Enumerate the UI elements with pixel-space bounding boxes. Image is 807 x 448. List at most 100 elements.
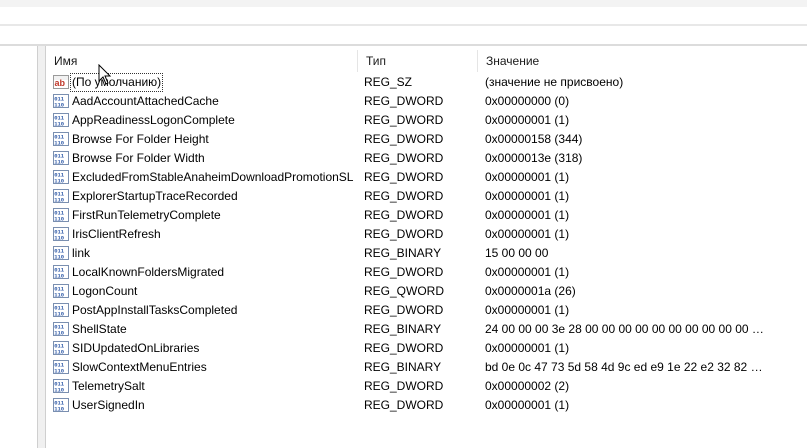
key-tree-pane[interactable] <box>0 46 37 448</box>
binary-value-icon: 011 110 <box>53 113 69 127</box>
svg-text:110: 110 <box>54 158 64 165</box>
column-header-type[interactable]: Тип <box>358 50 478 72</box>
binary-value-icon: 011 110 <box>53 284 69 298</box>
value-row[interactable]: 011 110 LogonCount REG_QWORD 0x0000001a (26) <box>46 282 807 301</box>
value-row[interactable]: 011 110 ExplorerStartupTraceRecorded REG_DW… <box>46 187 807 206</box>
column-header-name[interactable]: Имя <box>46 50 358 72</box>
value-data: 0x00000001 (1) <box>485 170 570 184</box>
value-data: 0x00000001 (1) <box>485 398 570 412</box>
value-name: TelemetrySalt <box>72 379 145 393</box>
value-type: REG_DWORD <box>364 189 444 203</box>
value-data: 0x00000002 (2) <box>485 379 570 393</box>
value-name: LogonCount <box>72 284 138 298</box>
value-data: 0x00000000 (0) <box>485 94 570 108</box>
value-data: 0x0000013e (318) <box>485 151 583 165</box>
binary-value-icon: 011 110 <box>53 132 69 146</box>
values-list: ab (По умолчанию) REG_SZ (значение не присв… <box>46 73 807 415</box>
value-type: REG_DWORD <box>364 170 444 184</box>
svg-text:110: 110 <box>54 329 64 336</box>
binary-value-icon: 011 110 <box>53 303 69 317</box>
binary-value-icon: 011 110 <box>53 94 69 108</box>
value-name: AadAccountAttachedCache <box>72 94 219 108</box>
value-type: REG_BINARY <box>364 246 442 260</box>
value-type: REG_DWORD <box>364 208 444 222</box>
binary-value-icon: 011 110 <box>53 265 69 279</box>
address-bar[interactable] <box>0 26 807 44</box>
binary-value-icon: 011 110 <box>53 227 69 241</box>
values-list-pane[interactable]: Имя Тип Значение ab (По умолчанию) REG_SZ (… <box>45 46 807 448</box>
value-name: Browse For Folder Height <box>72 132 209 146</box>
value-type: REG_DWORD <box>364 227 444 241</box>
binary-value-icon: 011 110 <box>53 170 69 184</box>
value-name: UserSignedIn <box>72 398 145 412</box>
value-data: 24 00 00 00 3e 28 00 00 00 00 00 00 00 0… <box>485 322 765 336</box>
binary-value-icon: 011 110 <box>53 379 69 393</box>
value-type: REG_DWORD <box>364 151 444 165</box>
value-row[interactable]: 011 110 IrisClientRefresh REG_DWORD 0x000000… <box>46 225 807 244</box>
binary-value-icon: 011 110 <box>53 189 69 203</box>
binary-value-icon: 011 110 <box>53 341 69 355</box>
value-row[interactable]: 011 110 Browse For Folder Height REG_DWORD 0… <box>46 130 807 149</box>
value-name: Browse For Folder Width <box>72 151 205 165</box>
value-row[interactable]: 011 110 FirstRunTelemetryComplete REG_DWORD… <box>46 206 807 225</box>
svg-text:110: 110 <box>54 348 64 355</box>
value-data: 0x00000158 (344) <box>485 132 583 146</box>
value-name: link <box>72 246 91 260</box>
string-value-icon: ab <box>53 75 69 89</box>
value-name: AppReadinessLogonComplete <box>72 113 235 127</box>
svg-text:110: 110 <box>54 139 64 146</box>
value-row[interactable]: 011 110 Browse For Folder Width REG_DWORD 0x… <box>46 149 807 168</box>
svg-text:110: 110 <box>54 253 64 260</box>
value-type: REG_SZ <box>364 75 413 89</box>
pane-splitter[interactable] <box>38 46 45 448</box>
value-row[interactable]: 011 110 AadAccountAttachedCache REG_DWORD 0x… <box>46 92 807 111</box>
binary-value-icon: 011 110 <box>53 151 69 165</box>
value-row[interactable]: 011 110 TelemetrySalt REG_DWORD 0x00000002 (… <box>46 377 807 396</box>
value-data: 0x00000001 (1) <box>485 208 570 222</box>
value-data: 0x00000001 (1) <box>485 265 570 279</box>
value-data: 15 00 00 00 <box>485 246 549 260</box>
svg-text:110: 110 <box>54 196 64 203</box>
value-data: 0x00000001 (1) <box>485 227 570 241</box>
value-name: PostAppInstallTasksCompleted <box>72 303 238 317</box>
value-data: 0x00000001 (1) <box>485 303 570 317</box>
value-name: ShellState <box>72 322 127 336</box>
svg-text:110: 110 <box>54 120 64 127</box>
value-row[interactable]: 011 110 UserSignedIn REG_DWORD 0x00000001 (1… <box>46 396 807 415</box>
value-type: REG_BINARY <box>364 360 442 374</box>
value-row[interactable]: 011 110 ShellState REG_BINARY 24 00 00 00 3e… <box>46 320 807 339</box>
svg-text:110: 110 <box>54 215 64 222</box>
value-data: 0x00000001 (1) <box>485 341 570 355</box>
value-row[interactable]: 011 110 ExcludedFromStableAnaheimDownloadP… <box>46 168 807 187</box>
value-row[interactable]: 011 110 SIDUpdatedOnLibraries REG_DWORD 0x00… <box>46 339 807 358</box>
value-row[interactable]: 011 110 LocalKnownFoldersMigrated REG_DWORD… <box>46 263 807 282</box>
value-data: 0x00000001 (1) <box>485 113 570 127</box>
title-bar-strip <box>0 0 807 7</box>
value-data: 0x00000001 (1) <box>485 189 570 203</box>
value-data: 0x0000001a (26) <box>485 284 576 298</box>
column-header-value[interactable]: Значение <box>478 50 807 72</box>
value-data: bd 0e 0c 47 73 5d 58 4d 9c ed e9 1e 22 e… <box>485 360 765 374</box>
svg-text:110: 110 <box>54 310 64 317</box>
svg-text:110: 110 <box>54 177 64 184</box>
list-header: Имя Тип Значение <box>46 50 807 72</box>
value-row[interactable]: 011 110 SlowContextMenuEntries REG_BINARY bd… <box>46 358 807 377</box>
value-name: LocalKnownFoldersMigrated <box>72 265 225 279</box>
value-name: (По умолчанию) <box>70 73 164 92</box>
binary-value-icon: 011 110 <box>53 398 69 412</box>
value-type: REG_BINARY <box>364 322 442 336</box>
svg-text:110: 110 <box>54 234 64 241</box>
value-name: SlowContextMenuEntries <box>72 360 207 374</box>
svg-text:110: 110 <box>54 367 64 374</box>
value-row[interactable]: 011 110 PostAppInstallTasksCompleted REG_DW… <box>46 301 807 320</box>
value-type: REG_DWORD <box>364 132 444 146</box>
value-name: IrisClientRefresh <box>72 227 161 241</box>
value-row[interactable]: 011 110 AppReadinessLogonComplete REG_DWORD… <box>46 111 807 130</box>
value-type: REG_QWORD <box>364 284 445 298</box>
value-name: ExcludedFromStableAnaheimDownloadPromoti… <box>72 170 354 184</box>
value-type: REG_DWORD <box>364 303 444 317</box>
value-row[interactable]: 011 110 link REG_BINARY 15 00 00 00 <box>46 244 807 263</box>
binary-value-icon: 011 110 <box>53 208 69 222</box>
value-type: REG_DWORD <box>364 94 444 108</box>
value-row[interactable]: ab (По умолчанию) REG_SZ (значение не присв… <box>46 73 807 92</box>
